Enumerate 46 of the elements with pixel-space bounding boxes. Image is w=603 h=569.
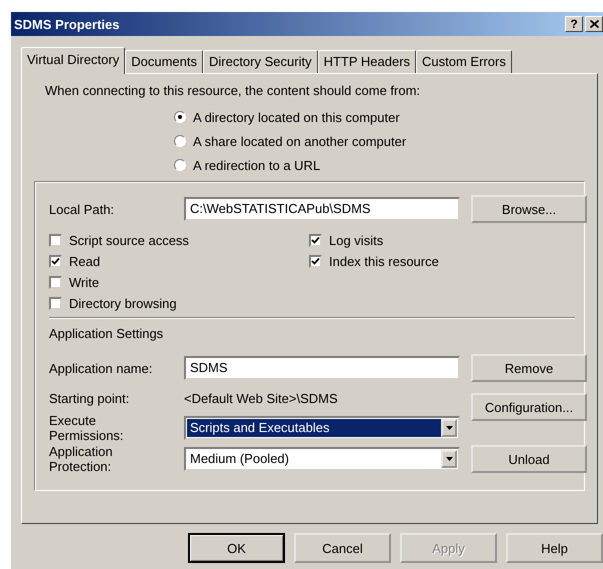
- window-title: SDMS Properties: [14, 16, 120, 32]
- section-heading: Application Settings: [49, 326, 164, 341]
- dialog-button[interactable]: OK: [188, 533, 285, 563]
- radio-label[interactable]: A directory located on this computer: [193, 110, 400, 124]
- checkbox-label[interactable]: Log visits: [329, 233, 384, 248]
- checkbox[interactable]: [49, 234, 62, 247]
- name-field[interactable]: SDMS: [184, 356, 460, 380]
- browse-button[interactable]: Browse...: [471, 195, 587, 223]
- field-label: Application name:: [49, 360, 154, 376]
- field-label: Starting point:: [49, 390, 130, 406]
- radio-button[interactable]: [174, 159, 186, 171]
- tab[interactable]: Custom Errors: [416, 50, 512, 73]
- tab[interactable]: HTTP Headers: [318, 50, 416, 73]
- radio-button[interactable]: [174, 135, 186, 147]
- checkbox-label[interactable]: Script source access: [69, 233, 189, 248]
- help-button[interactable]: ?: [565, 16, 583, 32]
- checkbox[interactable]: [49, 276, 62, 289]
- checkbox[interactable]: [309, 255, 322, 268]
- checkbox[interactable]: [309, 234, 322, 247]
- close-icon: [590, 20, 598, 28]
- tab[interactable]: Virtual Directory: [21, 47, 126, 74]
- radio-button[interactable]: [174, 111, 186, 123]
- dialog-button[interactable]: Cancel: [294, 533, 391, 563]
- tab[interactable]: Documents: [125, 50, 203, 73]
- dialog-button[interactable]: Help: [506, 533, 603, 563]
- starting-point-value: <Default Web Site>\SDMS: [184, 390, 339, 406]
- configuration-button[interactable]: Configuration...: [471, 393, 587, 421]
- checkbox-label[interactable]: Index this resource: [329, 254, 439, 269]
- path-field[interactable]: C:\WebSTATISTICAPub\SDMS: [184, 197, 460, 221]
- dropdown[interactable]: Medium (Pooled): [184, 447, 460, 471]
- field-label: Execute Permissions:: [49, 413, 124, 443]
- radio-label[interactable]: A share located on another computer: [193, 134, 406, 148]
- close-button[interactable]: [585, 16, 603, 32]
- prompt-text: When connecting to this resource, the content should come from:: [44, 83, 422, 98]
- field-label: Local Path:: [49, 202, 116, 216]
- checkbox-label[interactable]: Write: [69, 275, 100, 290]
- checkbox[interactable]: [49, 255, 62, 268]
- unload-button[interactable]: Unload: [471, 445, 587, 473]
- checkbox[interactable]: [49, 297, 62, 310]
- remove-button[interactable]: Remove: [471, 354, 587, 382]
- field-label: Application Protection:: [49, 444, 114, 474]
- checkbox-label[interactable]: Read: [69, 254, 100, 269]
- radio-label[interactable]: A redirection to a URL: [193, 158, 320, 172]
- tab[interactable]: Directory Security: [202, 50, 318, 73]
- checkbox-label[interactable]: Directory browsing: [69, 296, 177, 311]
- dropdown[interactable]: Scripts and Executables: [184, 416, 460, 440]
